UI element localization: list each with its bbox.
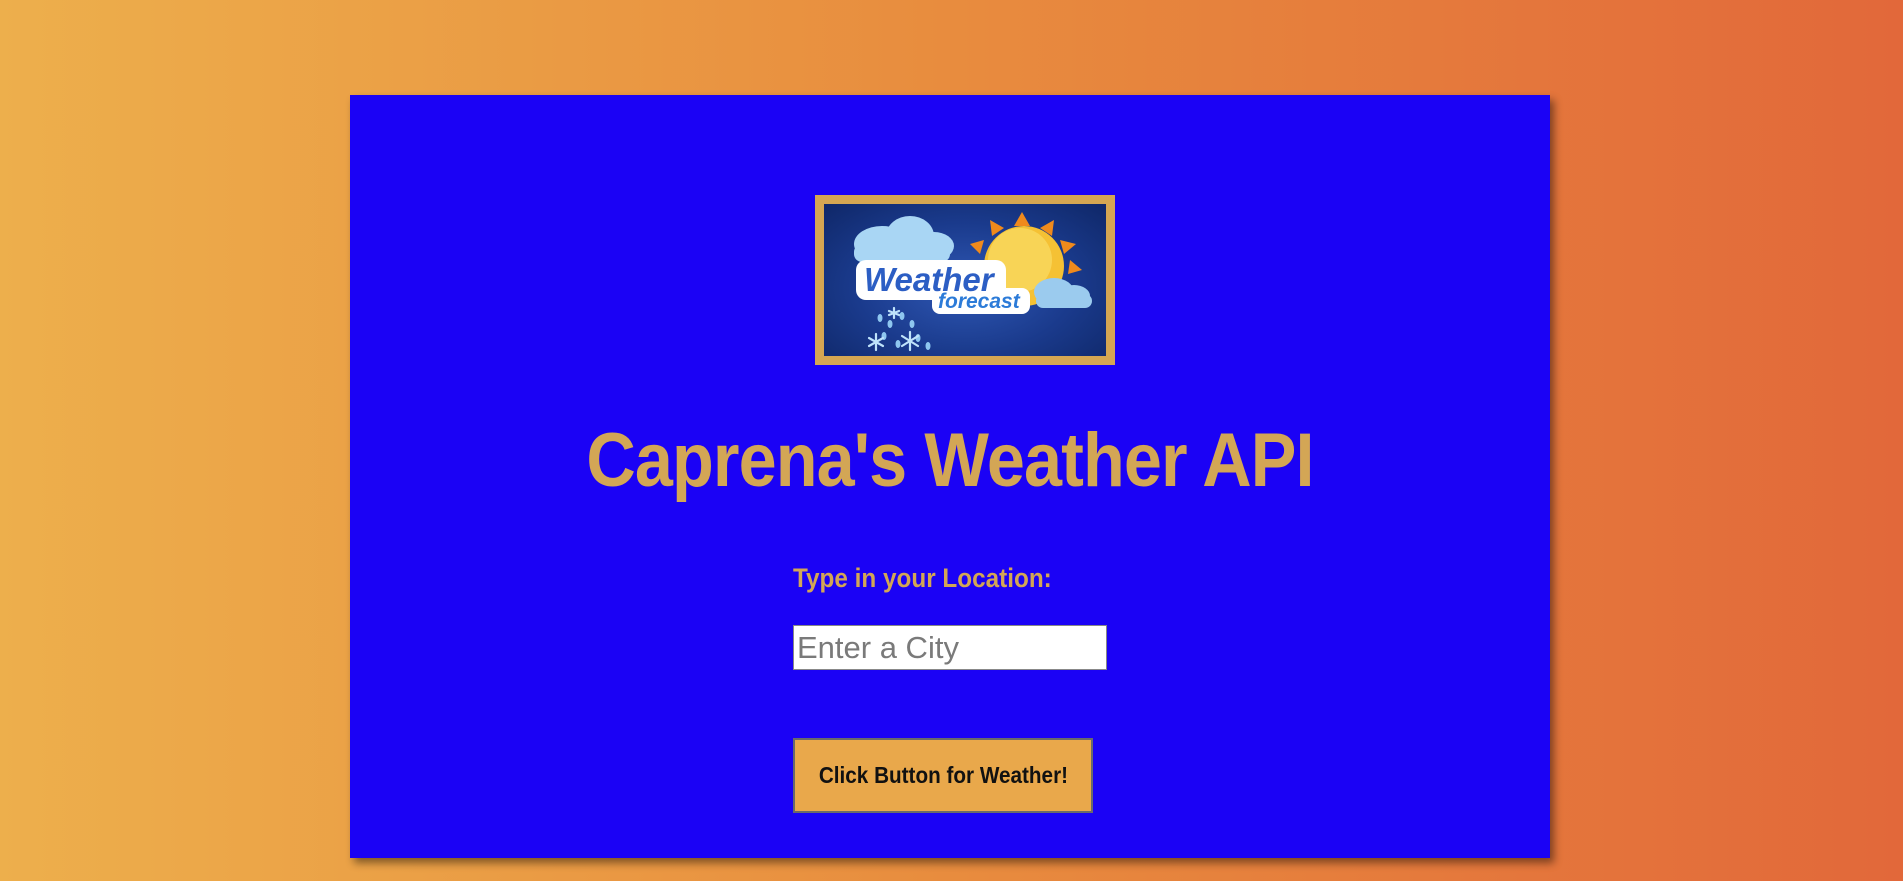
page-title: Caprena's Weather API xyxy=(586,418,1314,503)
snowflake-icon xyxy=(867,306,920,352)
logo-forecast-text: forecast xyxy=(938,290,1021,313)
cloud-icon xyxy=(854,216,954,262)
weather-card: Weather forecast Caprena's Weather API T… xyxy=(350,95,1550,858)
get-weather-button-label: Click Button for Weather! xyxy=(818,762,1068,788)
get-weather-button[interactable]: Click Button for Weather! xyxy=(793,738,1093,813)
city-input[interactable] xyxy=(793,625,1107,670)
location-label: Type in your Location: xyxy=(793,563,1052,593)
weather-logo-icon: Weather forecast xyxy=(854,212,1092,352)
weather-forecast-logo: Weather forecast xyxy=(815,195,1115,365)
